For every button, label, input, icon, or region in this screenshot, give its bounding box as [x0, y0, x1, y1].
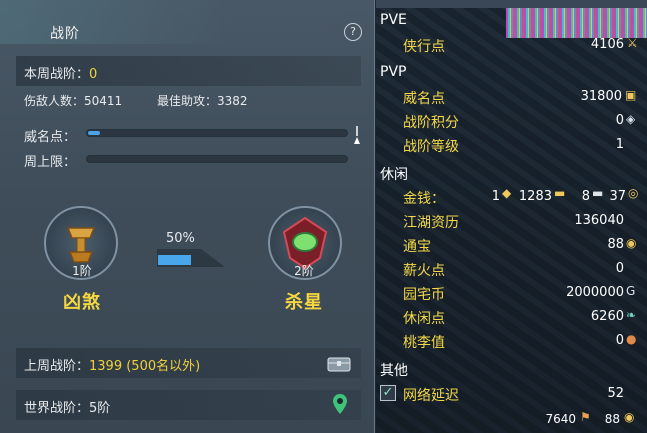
taoli-label: 桃李值 [403, 335, 445, 351]
money-copper: 37 [609, 189, 626, 204]
currency-panel: PVE 侠行点 4106 ⚔ PVP 威名点 31800 ▣ 战阶积分 0 ◈ … [376, 0, 647, 433]
leisure-header: 休闲 [380, 167, 408, 183]
tongbao-label: 通宝 [403, 239, 431, 255]
prestige-label: 威名点： [24, 130, 77, 145]
copper-coin-icon: ◎ [628, 186, 639, 200]
footer-value-1: 7640 [545, 412, 576, 426]
peach-icon: ● [626, 332, 637, 346]
tongbao-coin-icon: ◉ [626, 236, 637, 250]
xiaxing-label: 侠行点 [403, 39, 445, 55]
weiming-label: 威名点 [403, 91, 445, 107]
latency-value: 52 [607, 386, 624, 401]
gold-coin-icon: ▬ [554, 186, 566, 200]
xiaxing-icon: ⚔ [627, 36, 638, 50]
weekly-rank-value: 0 [89, 67, 98, 82]
money-gold-ingot: 1 [491, 189, 500, 204]
prestige-progress-bar [86, 129, 348, 137]
latency-label: 网络延迟 [403, 388, 459, 404]
world-rank-value: 5阶 [89, 401, 111, 416]
other-header: 其他 [380, 363, 408, 379]
weekly-rank: 本周战阶：0 [24, 63, 97, 82]
current-rank-level: 1阶 [72, 264, 92, 278]
current-rank-name: 凶煞 [63, 292, 101, 313]
weekly-cap-label: 周上限： [24, 155, 77, 170]
zhanjie-score-icon: ◈ [626, 112, 636, 126]
pvp-header: PVP [380, 64, 407, 80]
silver-coin-icon: ▬ [592, 186, 604, 200]
next-rank-name: 杀星 [285, 292, 323, 313]
help-icon[interactable]: ? [344, 23, 362, 41]
kills: 伤敌人数：50411 [24, 92, 122, 109]
best-assist: 最佳助攻：3382 [157, 92, 248, 109]
money-gold: 1283 [518, 189, 552, 204]
xiuxian-label: 休闲点 [403, 311, 445, 327]
jianghu-value: 136040 [574, 213, 624, 228]
xinhuo-value: 0 [615, 261, 624, 276]
progress-percent: 50% [166, 231, 195, 246]
xiuxian-value: 6260 [590, 309, 624, 324]
yuanzhai-label: 园宅币 [403, 287, 445, 303]
zhanjie-score-value: 0 [615, 113, 624, 128]
xiaxing-value: 4106 [590, 37, 624, 52]
prestige-marker-icon [354, 126, 360, 144]
top-strip [376, 0, 647, 8]
weekly-rank-label: 本周战阶： [24, 67, 90, 82]
gold-ingot-icon: ◆ [502, 186, 512, 200]
money-silver: 8 [581, 189, 590, 204]
world-rank-label: 世界战阶： [24, 401, 90, 416]
tongbao-value: 88 [607, 237, 624, 252]
glitch-color-bar [506, 8, 647, 38]
leaf-icon: ❧ [626, 308, 637, 322]
yuanzhai-value: 2000000 [566, 285, 624, 300]
latency-checkbox[interactable]: ✓ [380, 385, 396, 401]
xinhuo-label: 薪火点 [403, 263, 445, 279]
zhanjie-score-label: 战阶积分 [403, 115, 459, 131]
footer-coin-icon: ◉ [624, 410, 635, 424]
weiming-value: 31800 [580, 89, 622, 104]
weiming-icon: ▣ [625, 88, 637, 102]
last-week-label: 上周战阶： [24, 359, 90, 374]
zhanjie-level-value: 1 [615, 137, 624, 152]
kills-label: 伤敌人数： [24, 94, 85, 108]
panel-title: 战阶 [50, 26, 80, 42]
last-week-value: 1399 (500名以外) [89, 359, 201, 374]
next-rank-level: 2阶 [294, 264, 314, 278]
chest-icon[interactable] [327, 355, 351, 373]
money-label: 金钱： [403, 191, 445, 207]
pve-header: PVE [380, 12, 407, 28]
prestige-progress-fill [88, 131, 100, 135]
rank-progress-bar [157, 249, 225, 267]
last-week-rank: 上周战阶：1399 (500名以外) [24, 355, 200, 374]
battle-rank-panel: 战阶 ? 本周战阶：0 伤敌人数：50411 最佳助攻：3382 威名点： 周上… [0, 0, 375, 433]
best-assist-value: 3382 [217, 94, 248, 108]
kills-value: 50411 [84, 94, 123, 108]
best-assist-label: 最佳助攻： [157, 94, 218, 108]
weekly-cap-bar [86, 155, 348, 163]
location-pin-icon[interactable] [333, 394, 347, 414]
footer-value-2: 88 [604, 412, 620, 426]
world-rank: 世界战阶：5阶 [24, 397, 110, 416]
footer-icon-1: ⚑ [580, 410, 591, 424]
taoli-value: 0 [615, 333, 624, 348]
zhanjie-level-label: 战阶等级 [403, 139, 459, 155]
yuanzhai-icon: G [626, 284, 636, 298]
jianghu-label: 江湖资历 [403, 215, 459, 231]
